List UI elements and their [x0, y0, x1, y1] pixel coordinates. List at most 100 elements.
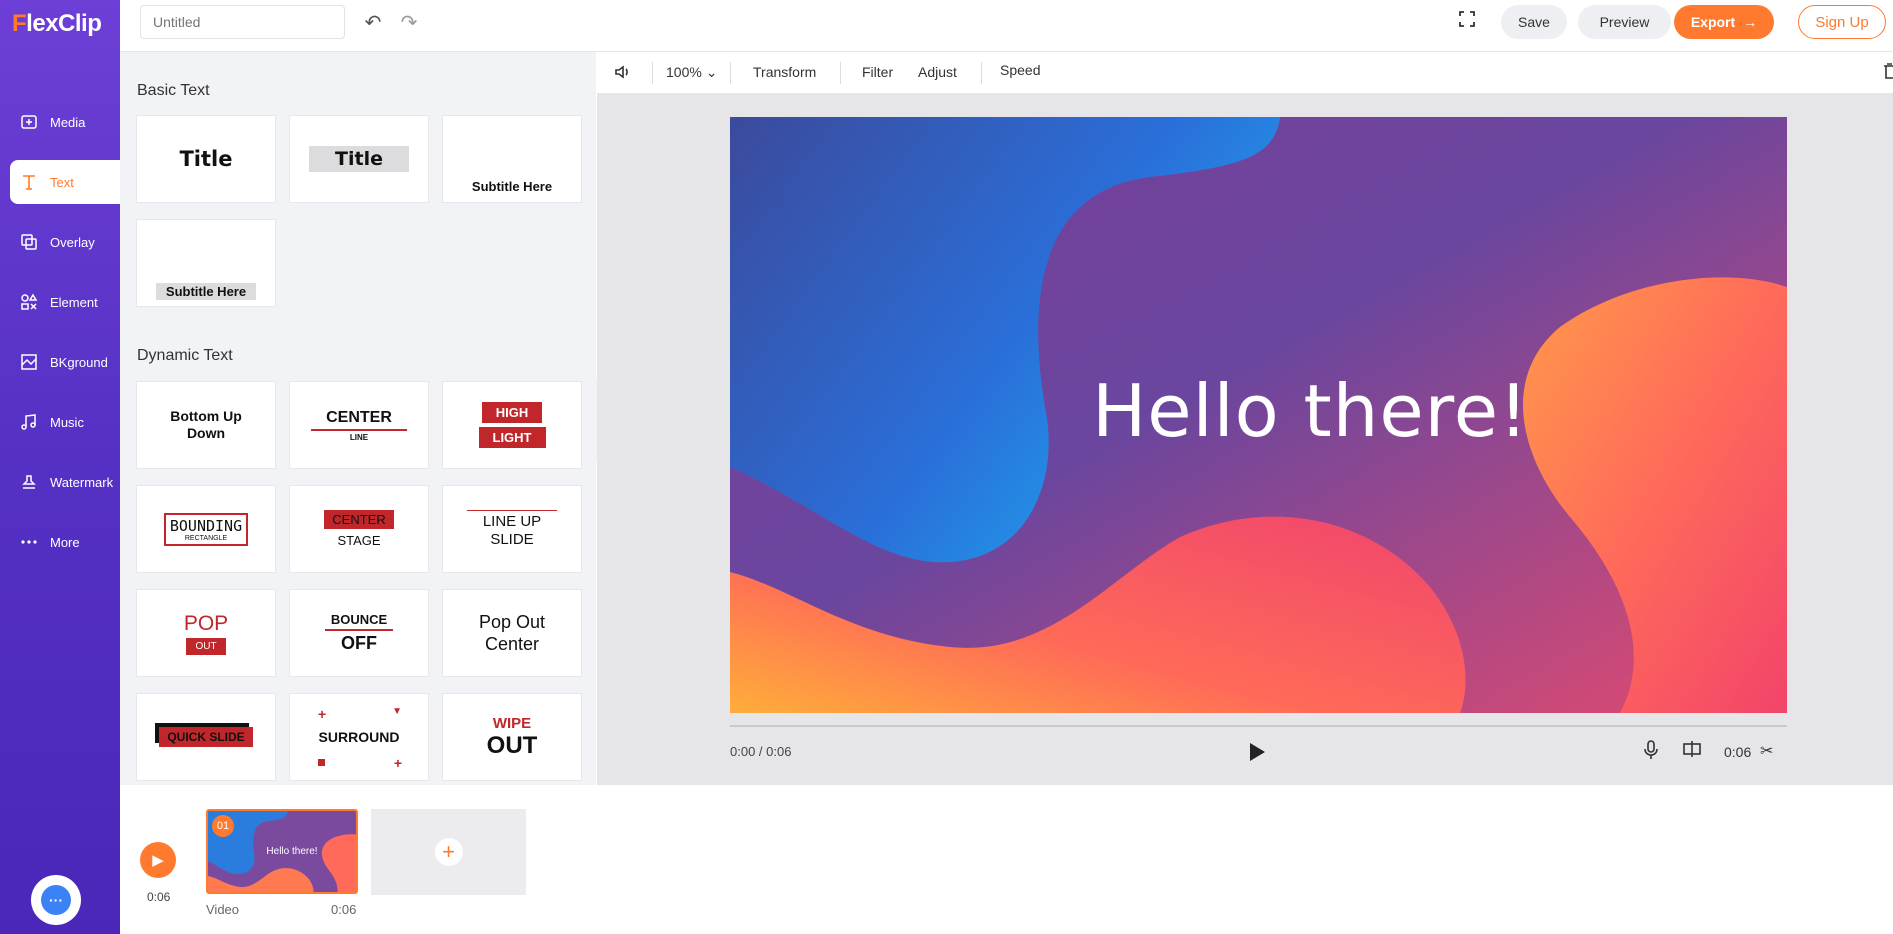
play-icon[interactable] [1248, 742, 1266, 768]
template-label: OFF [341, 633, 377, 653]
dynamic-template-card[interactable]: + ▼ SURROUND + [289, 693, 429, 781]
preview-button[interactable]: Preview [1578, 5, 1671, 39]
signup-button[interactable]: Sign Up [1798, 5, 1886, 39]
dynamic-template-card[interactable]: CENTER LINE [289, 381, 429, 469]
zoom-select[interactable]: 100% ⌄ [666, 64, 717, 81]
template-label: HIGH [481, 402, 543, 423]
sidebar-item-media[interactable]: Media [10, 100, 120, 144]
background-icon [16, 353, 42, 371]
timeline-clip[interactable]: 01 Hello there! [206, 809, 358, 894]
clip-duration: 0:06 [331, 902, 357, 917]
text-panel: Basic Text Title Title Subtitle Here Sub… [120, 52, 596, 785]
sidebar-item-label: Media [50, 114, 86, 130]
progress-bar[interactable] [730, 725, 1787, 727]
divider [652, 62, 653, 84]
template-label: BOUNDING [169, 516, 243, 535]
template-label: POP [183, 611, 229, 635]
volume-icon[interactable] [613, 62, 633, 85]
sidebar-item-overlay[interactable]: Overlay [10, 220, 120, 264]
template-label: Subtitle Here [471, 179, 553, 194]
dynamic-template-card[interactable]: Pop Out Center [442, 589, 582, 677]
divider [981, 62, 982, 84]
template-label: Title [309, 146, 409, 172]
delete-icon[interactable] [1882, 61, 1893, 84]
timeline-play-button[interactable]: ▶ [140, 842, 176, 878]
microphone-icon[interactable] [1643, 740, 1659, 765]
template-label: Center [484, 634, 540, 654]
media-icon [16, 113, 42, 131]
dynamic-template-card[interactable]: LINE UP SLIDE [442, 485, 582, 573]
divider [467, 509, 557, 511]
overlay-icon [16, 233, 42, 251]
dynamic-template-card[interactable]: HIGH LIGHT [442, 381, 582, 469]
more-icon [16, 533, 42, 551]
dynamic-text-heading: Dynamic Text [137, 347, 233, 364]
filter-button[interactable]: Filter [862, 64, 893, 80]
basic-text-heading: Basic Text [137, 82, 210, 99]
fullscreen-icon[interactable] [1458, 10, 1476, 33]
template-label: Down [186, 425, 226, 441]
text-template-card[interactable]: Subtitle Here [442, 115, 582, 203]
timeline: ▶ 0:06 01 Hello there! Video 0:06 + [120, 785, 1893, 934]
speed-button[interactable]: Speed [1000, 62, 1040, 78]
export-label: Export [1690, 14, 1736, 30]
chat-icon: ··· [41, 885, 71, 915]
adjust-button[interactable]: Adjust [918, 64, 957, 80]
dynamic-template-card[interactable]: QUICK SLIDE [136, 693, 276, 781]
template-label: Title [179, 147, 233, 171]
scissors-icon[interactable]: ✂ [1760, 741, 1773, 761]
timeline-total-time: 0:06 [147, 890, 171, 904]
template-label: Subtitle Here [155, 283, 257, 300]
divider [730, 62, 731, 84]
flexclip-logo[interactable]: FlexClip [12, 10, 102, 38]
chevron-down-icon: ⌄ [705, 64, 718, 80]
divider [311, 428, 407, 431]
sidebar-item-label: Music [50, 414, 84, 430]
text-template-card[interactable]: Title [289, 115, 429, 203]
add-scene-button[interactable]: + [371, 809, 526, 895]
redo-icon[interactable]: ↷ [396, 10, 422, 34]
top-bar: ↶ ↷ Save Preview Export → Sign Up [120, 0, 1893, 52]
sidebar-item-element[interactable]: Element [10, 280, 120, 324]
transform-button[interactable]: Transform [753, 64, 816, 80]
text-template-card[interactable]: Subtitle Here [136, 219, 276, 307]
save-button[interactable]: Save [1501, 5, 1567, 39]
sidebar-item-label: Text [50, 174, 74, 190]
watermark-icon [16, 473, 42, 491]
template-label: Bottom Up [170, 408, 242, 424]
dynamic-template-card[interactable]: BOUNDING RECTANGLE [136, 485, 276, 573]
arrow-right-icon: → [1743, 14, 1758, 30]
template-label: Pop Out [478, 612, 546, 632]
template-label: CENTER [324, 510, 394, 529]
sidebar-item-label: More [50, 534, 80, 550]
sidebar-item-more[interactable]: More [10, 520, 120, 564]
template-label: OUT [186, 637, 226, 655]
canvas-text[interactable]: Hello there! [730, 117, 1787, 713]
sidebar-item-label: BKground [50, 354, 108, 370]
sidebar-item-label: Overlay [50, 234, 95, 250]
sidebar-item-text[interactable]: Text [10, 160, 120, 204]
dynamic-template-card[interactable]: WIPE OUT [442, 693, 582, 781]
sidebar-item-music[interactable]: Music [10, 400, 120, 444]
undo-icon[interactable]: ↶ [360, 10, 386, 34]
video-canvas[interactable]: Hello there! [730, 117, 1787, 713]
dynamic-template-card[interactable]: POP OUT [136, 589, 276, 677]
sidebar: FlexClip Media Text Overlay Element BKgr… [0, 0, 120, 934]
project-title-input[interactable] [140, 5, 345, 39]
export-button[interactable]: Export → [1674, 5, 1774, 39]
template-label: BOUNCE [330, 612, 388, 627]
play-icon: ▶ [152, 852, 164, 869]
element-icon [16, 293, 42, 311]
music-icon [16, 413, 42, 431]
text-template-card[interactable]: Title [136, 115, 276, 203]
divider [840, 62, 841, 84]
split-icon[interactable] [1683, 740, 1701, 763]
template-label: SURROUND [318, 729, 400, 745]
dynamic-template-card[interactable]: BOUNCE OFF [289, 589, 429, 677]
sidebar-item-bkground[interactable]: BKground [10, 340, 120, 384]
dynamic-template-card[interactable]: CENTER STAGE [289, 485, 429, 573]
chat-button[interactable]: ··· [31, 875, 81, 925]
sidebar-item-watermark[interactable]: Watermark [10, 460, 120, 504]
clip-duration: 0:06 [1724, 744, 1752, 760]
dynamic-template-card[interactable]: Bottom Up Down [136, 381, 276, 469]
